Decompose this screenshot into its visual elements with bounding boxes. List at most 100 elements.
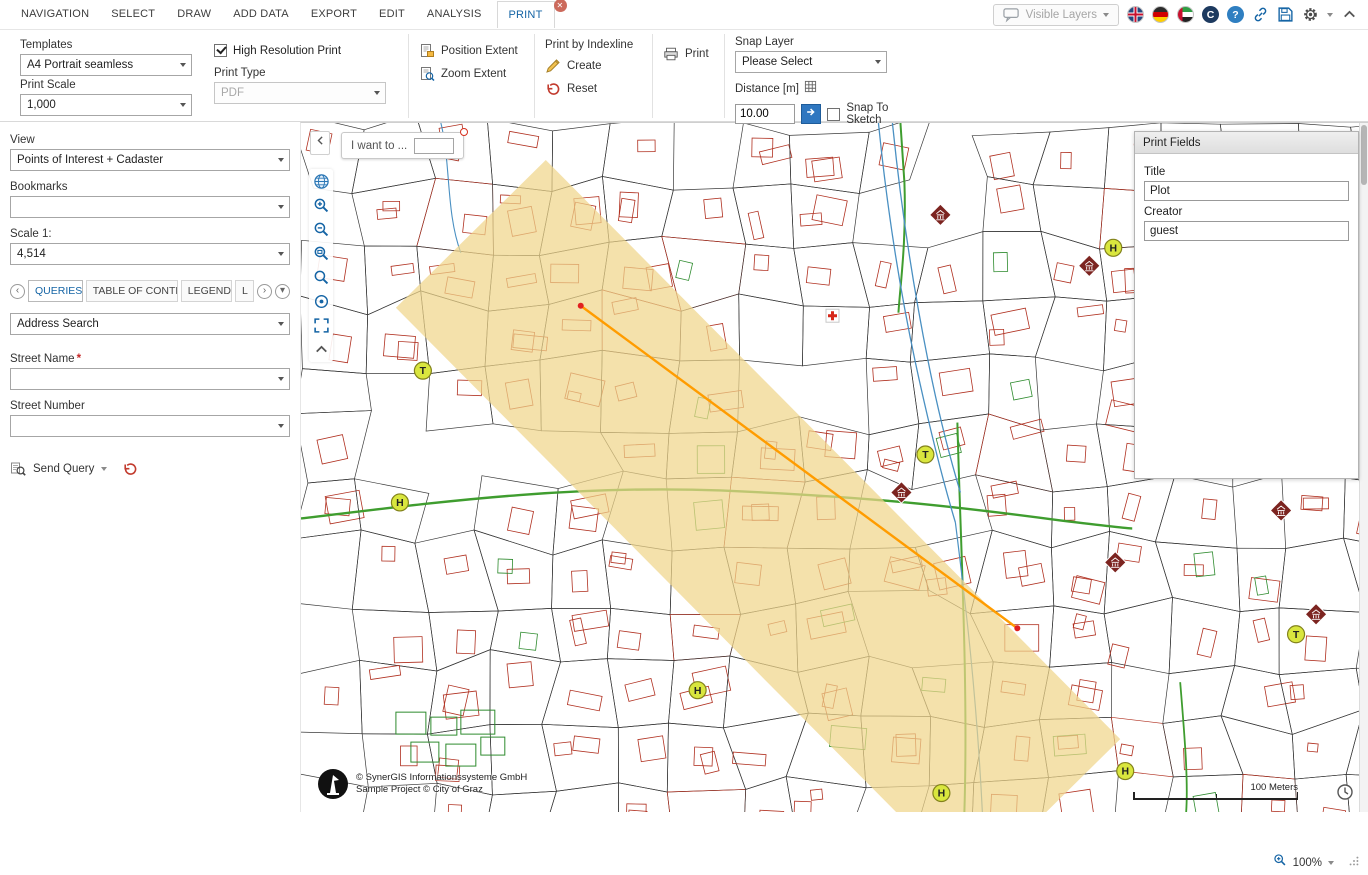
distance-input[interactable] (735, 104, 795, 124)
menu-item-edit[interactable]: EDIT (368, 0, 416, 29)
street-name-select[interactable] (10, 368, 290, 390)
menu-item-navigation[interactable]: NAVIGATION (10, 0, 100, 29)
create-indexline-button[interactable]: Create (545, 58, 638, 74)
uae-flag-icon[interactable] (1177, 6, 1194, 23)
poi-stop-t-icon[interactable]: T (917, 446, 934, 463)
link-icon[interactable] (1252, 6, 1269, 23)
street-name-label: Street Name* (10, 353, 290, 365)
tabs-overflow-button[interactable]: ▾ (275, 284, 290, 299)
scalebar: 100 Meters (1133, 782, 1298, 800)
reset-query-button[interactable] (122, 461, 138, 477)
high-resolution-checkbox[interactable] (214, 44, 227, 57)
settings-gear-icon[interactable] (1302, 6, 1319, 23)
print-type-select[interactable]: PDF (214, 82, 386, 104)
scrollbar-thumb[interactable] (1361, 125, 1367, 185)
send-query-button[interactable]: Send Query (33, 463, 94, 475)
collapse-sidebar-button[interactable] (310, 131, 330, 155)
poi-stop-h-icon[interactable]: H (933, 785, 950, 802)
send-query-icon (10, 461, 26, 477)
menu-item-select[interactable]: SELECT (100, 0, 166, 29)
sketch-vertex[interactable] (1014, 625, 1020, 631)
position-extent-icon (419, 43, 435, 59)
i-want-to-input[interactable] (414, 138, 454, 154)
resize-grip[interactable] (1348, 854, 1360, 872)
tab-l[interactable]: L (235, 280, 254, 302)
left-sidebar: View Points of Interest + Cadaster Bookm… (0, 122, 300, 875)
settings-caret-icon[interactable] (1327, 13, 1333, 17)
time-slider-button[interactable] (1336, 783, 1354, 806)
poi-stop-h-icon[interactable]: H (391, 494, 408, 511)
bookmarks-select[interactable] (10, 196, 290, 218)
print-fields-header[interactable]: Print Fields (1135, 132, 1358, 154)
send-query-dropdown-caret[interactable] (101, 467, 107, 471)
required-asterisk: * (77, 353, 81, 365)
zoom-window-icon[interactable] (311, 243, 332, 264)
zoom-level-icon[interactable] (1273, 853, 1287, 872)
sidebar-tabstrip: ‹QUERIESTABLE OF CONTENTLEGENDL›▾ (10, 280, 290, 302)
query-type-select[interactable]: Address Search (10, 313, 290, 335)
create-pencil-icon (545, 58, 561, 74)
scale-select[interactable]: 4,514 (10, 243, 290, 265)
tab-queries[interactable]: QUERIES (28, 280, 83, 302)
tab-legend[interactable]: LEGEND (181, 280, 232, 302)
snap-layer-select[interactable]: Please Select (735, 51, 887, 73)
street-number-select[interactable] (10, 415, 290, 437)
zoom-out-icon[interactable] (311, 219, 332, 240)
menu-item-add-data[interactable]: ADD DATA (222, 0, 300, 29)
german-flag-icon[interactable] (1152, 6, 1169, 23)
reset-indexline-button[interactable]: Reset (545, 81, 638, 97)
visible-layers-icon (1003, 6, 1020, 23)
poi-stop-h-icon[interactable]: H (1117, 763, 1134, 780)
templates-select[interactable]: A4 Portrait seamless (20, 54, 192, 76)
fit-extent-icon[interactable] (311, 315, 332, 336)
apply-distance-button[interactable] (801, 104, 821, 124)
position-extent-button[interactable]: Position Extent (419, 43, 520, 59)
title-input[interactable] (1144, 181, 1349, 201)
tabs-scroll-right-button[interactable]: › (257, 284, 272, 299)
view-select[interactable]: Points of Interest + Cadaster (10, 149, 290, 171)
svg-text:H: H (694, 686, 702, 697)
menu-item-analysis[interactable]: ANALYSIS (416, 0, 493, 29)
menu-item-export[interactable]: EXPORT (300, 0, 368, 29)
menu-item-print[interactable]: PRINT✕ (497, 1, 555, 28)
zoom-level-caret[interactable] (1328, 861, 1334, 865)
english-flag-icon[interactable] (1127, 6, 1144, 23)
i-want-to-search[interactable]: I want to ... (341, 132, 464, 159)
high-resolution-checkbox-row[interactable]: High Resolution Print (214, 44, 394, 57)
poi-stop-h-icon[interactable]: H (1105, 239, 1122, 256)
menu-bar: NAVIGATIONSELECTDRAWADD DATAEXPORTEDITAN… (0, 0, 1368, 30)
tabs-scroll-left-button[interactable]: ‹ (10, 284, 25, 299)
creator-input[interactable] (1144, 221, 1349, 241)
menu-item-draw[interactable]: DRAW (166, 0, 222, 29)
center-map-icon[interactable] (311, 291, 332, 312)
distance-grid-icon[interactable] (804, 80, 817, 98)
print-button[interactable]: Print (663, 46, 710, 62)
zoom-extent-button[interactable]: Zoom Extent (419, 66, 520, 82)
copyright-circle-icon[interactable]: C (1202, 6, 1219, 23)
collapse-toolbar-icon[interactable] (311, 339, 332, 360)
view-label: View (10, 134, 290, 146)
poi-stop-t-icon[interactable]: T (414, 362, 431, 379)
poi-hospital-cross-icon[interactable] (826, 309, 839, 322)
collapse-ribbon-icon[interactable] (1341, 6, 1358, 23)
close-print-tab-button[interactable]: ✕ (554, 0, 567, 12)
svg-text:H: H (938, 789, 946, 800)
zoom-full-extent-icon[interactable] (311, 267, 332, 288)
poi-stop-t-icon[interactable]: T (1288, 626, 1305, 643)
zoom-in-icon[interactable] (311, 195, 332, 216)
chevron-down-icon (1103, 13, 1109, 17)
svg-text:T: T (922, 450, 929, 461)
sketch-vertex[interactable] (578, 303, 584, 309)
globe-icon[interactable] (311, 171, 332, 192)
help-circle-icon[interactable]: ? (1227, 6, 1244, 23)
poi-stop-h-icon[interactable]: H (689, 682, 706, 699)
printer-icon (663, 46, 679, 62)
snap-to-sketch-checkbox[interactable] (827, 108, 840, 121)
svg-text:T: T (1293, 630, 1300, 641)
visible-layers-button[interactable]: Visible Layers (993, 4, 1119, 26)
tab-table-of-content[interactable]: TABLE OF CONTENT (86, 280, 178, 302)
map-scrollbar[interactable] (1359, 123, 1368, 812)
print-scale-select[interactable]: 1,000 (20, 94, 192, 116)
save-icon[interactable] (1277, 6, 1294, 23)
map-area: TTTHHHHH I want to ... © SynerGIS Inform… (300, 122, 1368, 812)
